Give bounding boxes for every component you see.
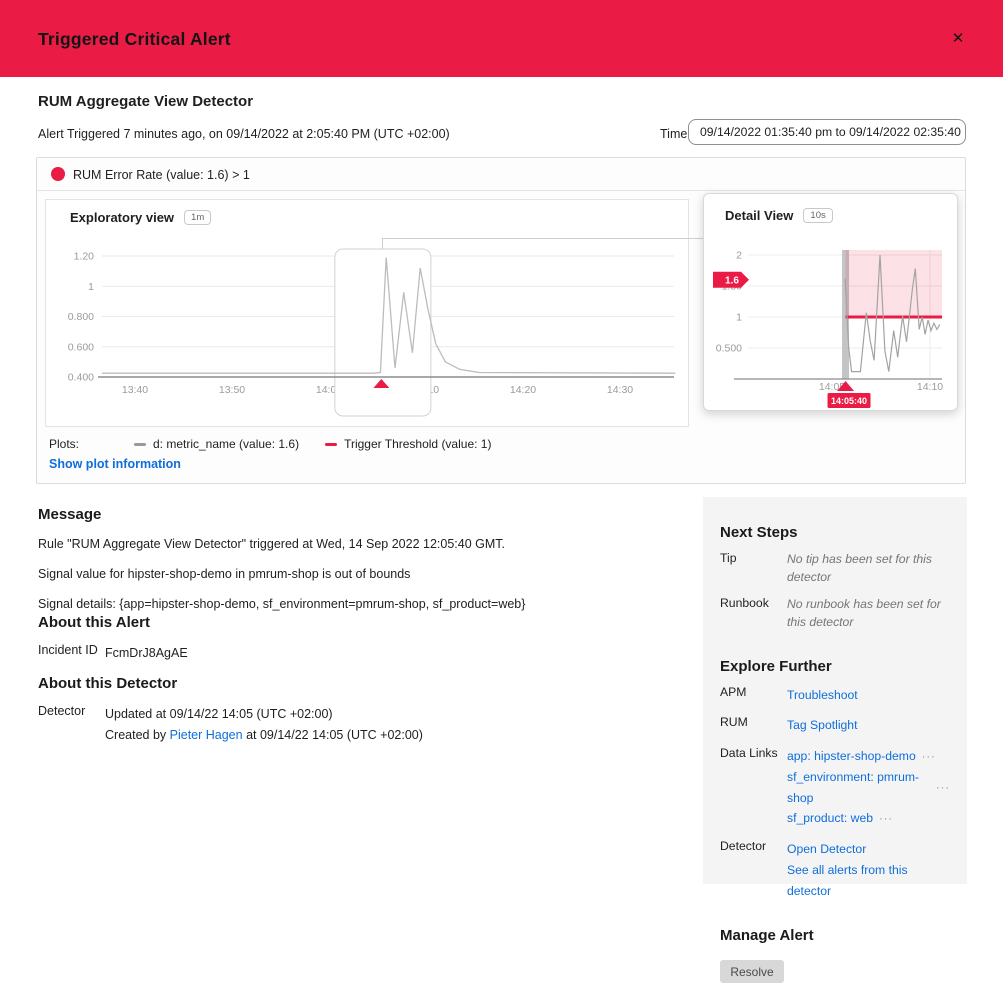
more-options-icon[interactable]: ··· [879, 813, 893, 825]
message-section: Message Rule "RUM Aggregate View Detecto… [38, 506, 658, 613]
exploratory-view-panel: 1.2010.8000.6000.40013:4013:5014:0014:10… [45, 199, 689, 427]
show-plot-information-link[interactable]: Show plot information [49, 457, 181, 471]
more-options-icon[interactable]: ··· [936, 782, 950, 794]
y-tick-label: 0.800 [68, 311, 94, 323]
detector-created-prefix: Created by [105, 728, 170, 742]
plots-label: Plots: [49, 437, 134, 451]
message-line: Rule "RUM Aggregate View Detector" trigg… [38, 536, 658, 553]
tip-label: Tip [720, 551, 787, 586]
detector-created-suffix: at 09/14/22 14:05 (UTC +02:00) [243, 728, 423, 742]
rum-label: RUM [720, 715, 787, 736]
y-tick-label: 0.500 [716, 343, 742, 355]
about-detector-section: About this Detector Detector Updated at … [38, 675, 658, 746]
about-alert-section: About this Alert Incident ID FcmDrJ8AgAE [38, 614, 658, 664]
open-detector-link[interactable]: Open Detector [787, 839, 950, 860]
alert-sidebar: Next Steps Tip No tip has been set for t… [703, 497, 967, 884]
x-tick-label: 14:10 [917, 381, 943, 393]
critical-severity-dot-icon [51, 167, 65, 181]
close-icon[interactable]: ✕ [946, 26, 970, 50]
message-heading: Message [38, 506, 658, 523]
y-tick-label: 1 [88, 281, 94, 293]
incident-id-value: FcmDrJ8AgAE [105, 643, 188, 664]
detector-links-label: Detector [720, 839, 787, 901]
detail-view-title: Detail View [725, 208, 793, 223]
detector-label: Detector [38, 704, 105, 746]
time-range-input[interactable] [688, 119, 966, 145]
alert-chart-container: RUM Error Rate (value: 1.6) > 1 1.20 1 0.8… [36, 157, 966, 484]
detector-title: RUM Aggregate View Detector [38, 93, 253, 110]
more-options-icon[interactable]: ··· [922, 751, 936, 763]
detector-updated: Updated at 09/14/22 14:05 (UTC +02:00) [105, 707, 333, 721]
apm-label: APM [720, 685, 787, 706]
brush-connector-line-vertical [382, 238, 383, 249]
rule-condition-text: RUM Error Rate (value: 1.6) > 1 [73, 168, 250, 182]
runbook-value: No runbook has been set for this detecto… [787, 596, 950, 631]
x-tick-label: 13:50 [219, 384, 245, 396]
resolution-badge-1m[interactable]: 1m [184, 210, 211, 225]
detector-author-link[interactable]: Pieter Hagen [170, 728, 243, 742]
detector-meta: Updated at 09/14/22 14:05 (UTC +02:00) C… [105, 704, 423, 746]
apm-troubleshoot-link[interactable]: Troubleshoot [787, 685, 950, 706]
next-steps-heading: Next Steps [720, 524, 950, 541]
exploratory-chart: 1.2010.8000.6000.40013:4013:5014:0014:10… [46, 200, 690, 428]
y-tick-label: 0.400 [68, 372, 94, 384]
y-tick-label: 0.600 [68, 341, 94, 353]
alert-modal-header: Triggered Critical Alert ✕ [0, 0, 1003, 77]
detail-view-panel: 21.5010.50014:0514:101.614:05:40 Detail … [703, 193, 958, 411]
above-threshold-region [846, 250, 942, 317]
data-links-label: Data Links [720, 746, 787, 829]
legend-item-threshold: Trigger Threshold (value: 1) [325, 437, 491, 451]
runbook-label: Runbook [720, 596, 787, 631]
message-line: Signal details: {app=hipster-shop-demo, … [38, 596, 658, 613]
explore-further-heading: Explore Further [720, 658, 950, 675]
legend-threshold-label: Trigger Threshold (value: 1) [344, 437, 491, 451]
modal-title: Triggered Critical Alert [38, 29, 231, 50]
incident-id-label: Incident ID [38, 643, 105, 664]
detail-chart: 21.5010.50014:0514:101.614:05:40 [704, 194, 959, 412]
tip-value: No tip has been set for this detector [787, 551, 950, 586]
data-link-sf-environment[interactable]: sf_environment: pmrum-shop [787, 767, 930, 808]
about-alert-heading: About this Alert [38, 614, 658, 631]
plots-legend: Plots: d: metric_name (value: 1.6) Trigg… [49, 437, 517, 451]
alert-time-label: 14:05:40 [831, 396, 867, 406]
see-all-alerts-link[interactable]: See all alerts from this detector [787, 860, 950, 901]
resolve-button[interactable]: Resolve [720, 960, 784, 983]
y-tick-label: 2 [736, 250, 742, 262]
threshold-line-swatch-icon [325, 443, 337, 446]
alert-value-label: 1.6 [725, 275, 739, 286]
about-detector-heading: About this Detector [38, 675, 658, 692]
x-tick-label: 14:30 [607, 384, 633, 396]
x-tick-label: 13:40 [122, 384, 148, 396]
message-line: Signal value for hipster-shop-demo in pm… [38, 566, 658, 583]
metric-line-swatch-icon [134, 443, 146, 446]
data-link-sf-product[interactable]: sf_product: web [787, 808, 873, 829]
y-tick-label: 1 [736, 312, 742, 324]
manage-alert-heading: Manage Alert [720, 927, 950, 944]
time-label: Time [660, 127, 687, 141]
rule-row: RUM Error Rate (value: 1.6) > 1 [37, 158, 965, 191]
y-tick-label: 1.20 [74, 251, 95, 263]
rum-tag-spotlight-link[interactable]: Tag Spotlight [787, 715, 950, 736]
x-tick-label: 14:20 [510, 384, 536, 396]
resolution-badge-10s[interactable]: 10s [803, 208, 832, 223]
exploratory-view-title: Exploratory view [70, 210, 174, 225]
data-link-app[interactable]: app: hipster-shop-demo [787, 746, 916, 767]
legend-item-metric: d: metric_name (value: 1.6) [134, 437, 299, 451]
alert-triggered-info: Alert Triggered 7 minutes ago, on 09/14/… [38, 127, 450, 141]
brush-connector-line [382, 238, 703, 239]
legend-metric-label: d: metric_name (value: 1.6) [153, 437, 299, 451]
